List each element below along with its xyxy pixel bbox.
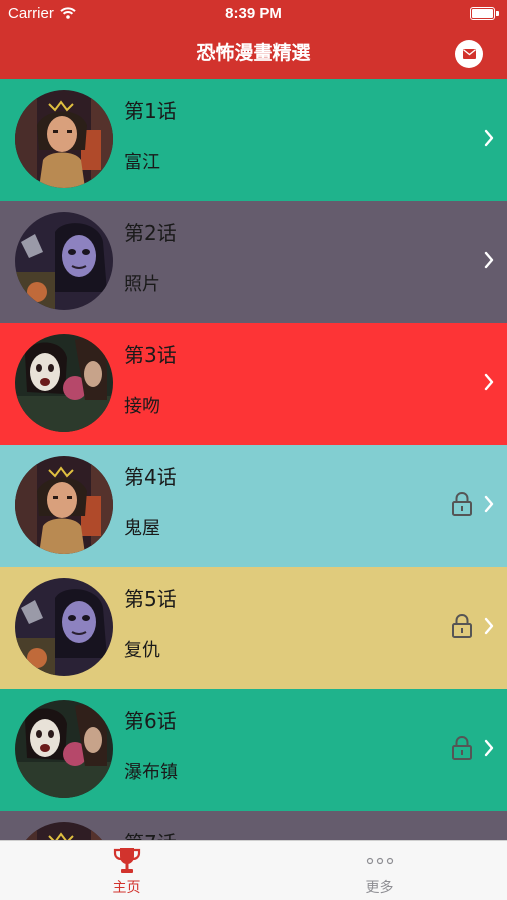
chevron-right-icon — [484, 251, 494, 273]
episode-cover-image — [15, 456, 113, 554]
tab-home[interactable]: 主页 — [0, 841, 253, 900]
list-item[interactable]: 第7话 — [0, 811, 507, 840]
tab-more-label: 更多 — [365, 880, 394, 896]
list-item[interactable]: 第6话瀑布镇 — [0, 689, 507, 811]
chevron-right-icon — [484, 129, 494, 151]
chevron-right-icon — [484, 617, 494, 639]
episode-cover-image — [15, 212, 113, 310]
episode-name: 鬼屋 — [124, 518, 160, 539]
episode-cover-image — [15, 334, 113, 432]
episode-title: 第3话 — [124, 343, 177, 367]
tab-home-label: 主页 — [112, 880, 141, 896]
more-icon — [366, 857, 393, 865]
lock-icon — [451, 613, 473, 642]
episode-title: 第2话 — [124, 221, 177, 245]
lock-icon — [452, 613, 472, 638]
list-item[interactable]: 第1话富江 — [0, 79, 507, 201]
chevron-right-icon — [484, 495, 494, 517]
episode-title: 第5话 — [124, 587, 177, 611]
episode-title: 第4话 — [124, 465, 177, 489]
episode-cover-image — [15, 578, 113, 676]
episode-cover-image — [15, 90, 113, 188]
episode-name: 复仇 — [124, 640, 160, 661]
trophy-icon — [113, 848, 140, 873]
lock-icon — [452, 735, 472, 760]
status-time: 8:39 PM — [225, 5, 282, 22]
episode-cover-image — [15, 822, 113, 840]
episode-name: 照片 — [124, 274, 160, 295]
lock-icon — [451, 491, 473, 520]
list-item[interactable]: 第3话接吻 — [0, 323, 507, 445]
episode-cover-image — [15, 700, 113, 798]
tab-more[interactable]: 更多 — [253, 841, 506, 900]
tab-bar: 主页 更多 — [0, 840, 507, 900]
lock-icon — [451, 735, 473, 764]
episode-name: 瀑布镇 — [124, 762, 178, 783]
status-bar: Carrier 8:39 PM — [0, 0, 507, 28]
mail-icon — [462, 49, 476, 59]
chevron-right-icon — [484, 739, 494, 761]
list-item[interactable]: 第2话照片 — [0, 201, 507, 323]
episode-name: 富江 — [124, 152, 160, 173]
nav-bar: Carrier 8:39 PM 恐怖漫畫精選 — [0, 0, 507, 79]
lock-icon — [452, 491, 472, 516]
episode-title: 第7话 — [124, 827, 177, 840]
page-title: 恐怖漫畫精選 — [196, 42, 311, 64]
episode-list[interactable]: 第1话富江第2话照片第3话接吻第4话鬼屋第5话复仇第6话瀑布镇第7话 — [0, 79, 507, 840]
list-item[interactable]: 第4话鬼屋 — [0, 445, 507, 567]
chevron-right-icon — [484, 373, 494, 395]
mail-button[interactable] — [455, 40, 483, 68]
battery-icon — [470, 7, 499, 20]
episode-title: 第6话 — [124, 709, 177, 733]
episode-title: 第1话 — [124, 99, 177, 123]
episode-name: 接吻 — [124, 396, 160, 417]
list-item[interactable]: 第5话复仇 — [0, 567, 507, 689]
